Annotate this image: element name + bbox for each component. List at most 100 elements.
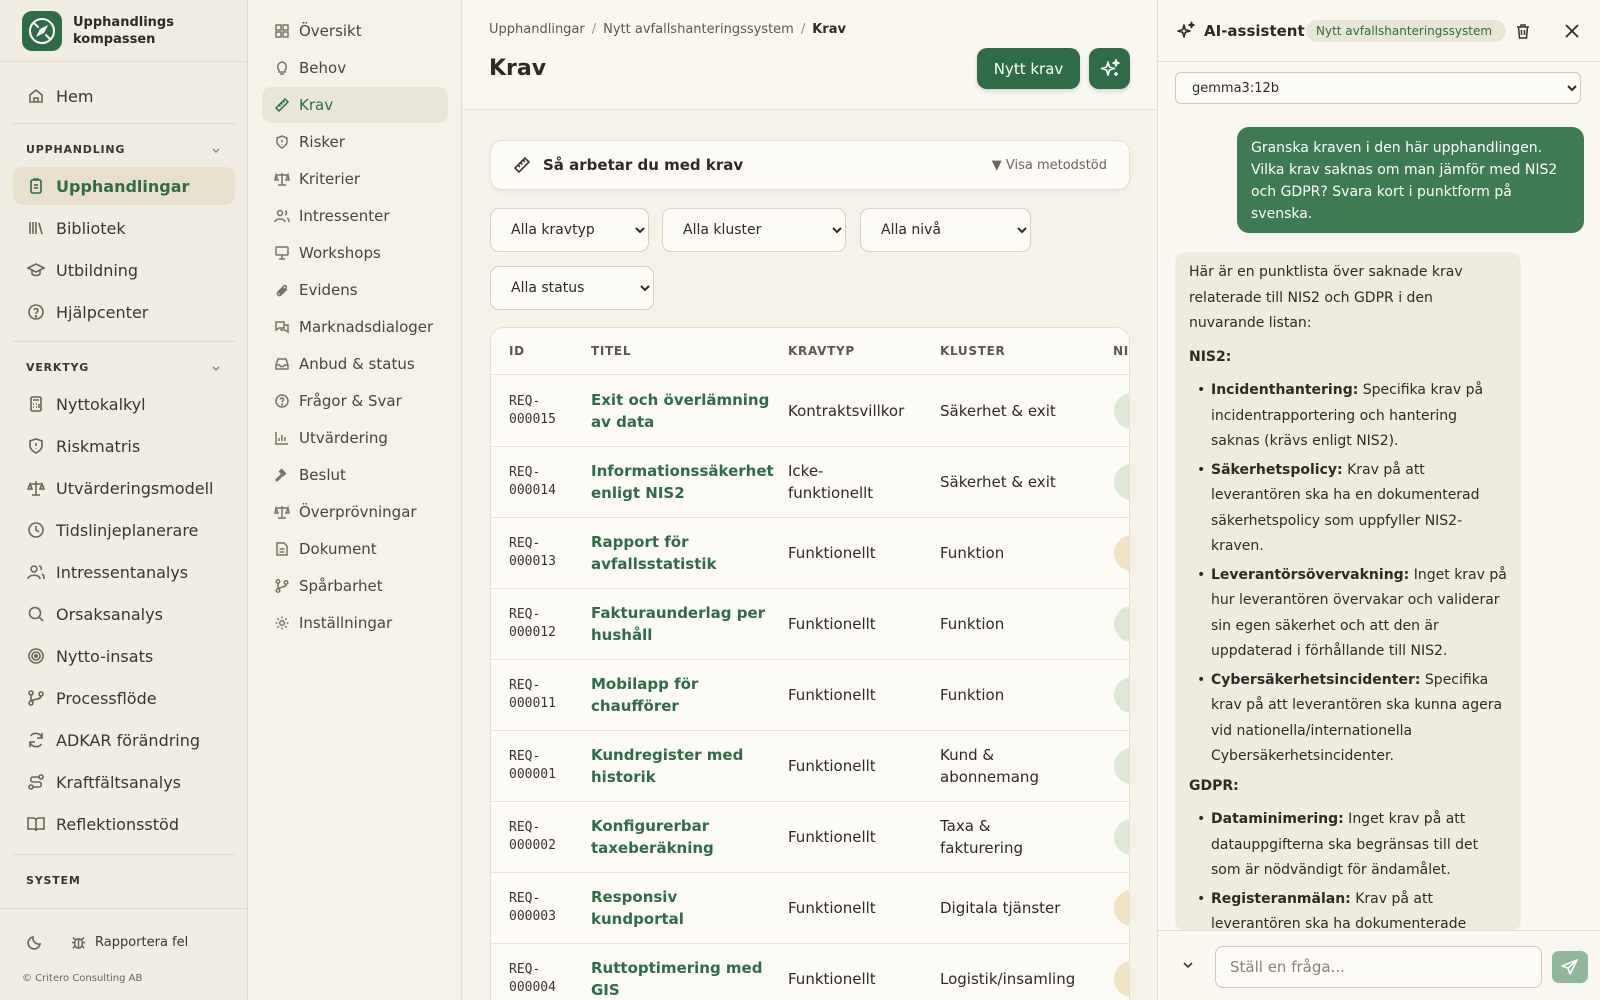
home-icon <box>29 88 43 103</box>
nav-upphandlingar[interactable]: Upphandlingar <box>13 167 235 205</box>
subnav-krav[interactable]: Krav <box>262 87 448 123</box>
chat-icon <box>275 321 289 334</box>
requirement-title-link[interactable]: Responsiv kundportal <box>591 886 771 930</box>
subnav-intressenter[interactable]: Intressenter <box>262 198 448 234</box>
subnav-anbud[interactable]: Anbud & status <box>262 346 448 382</box>
table-row[interactable]: REQ-000004 Ruttoptimering med GIS Funktion… <box>491 943 1129 1000</box>
table-row[interactable]: REQ-000012 Fakturaunderlag per hushåll Fun… <box>491 588 1129 660</box>
subnav-marknadsdialoger[interactable]: Marknadsdialoger <box>262 309 448 345</box>
nav-bibliotek[interactable]: Bibliotek <box>13 209 235 247</box>
moon-icon[interactable] <box>26 933 44 951</box>
subnav-kriterier[interactable]: Kriterier <box>262 161 448 197</box>
section-system[interactable]: SYSTEM <box>26 874 222 887</box>
nav-orsaksanalys[interactable]: Orsaksanalys <box>13 595 235 633</box>
gavel-icon <box>274 468 287 483</box>
new-requirement-button[interactable]: Nytt krav <box>977 48 1080 89</box>
nav-home[interactable]: Hem <box>13 77 235 115</box>
method-support-card[interactable]: Så arbetar du med krav ▼ Visa metodstöd <box>490 140 1130 190</box>
section-upphandling[interactable]: UPPHANDLING <box>26 143 222 156</box>
breadcrumb-project[interactable]: Nytt avfallshanteringssystem <box>603 22 794 37</box>
table-row[interactable]: REQ-000001 Kundregister med historik Funkt… <box>491 730 1129 802</box>
divider <box>13 341 235 342</box>
report-bug-button[interactable]: Rapportera fel <box>70 931 188 953</box>
subnav-evidens[interactable]: Evidens <box>262 272 448 308</box>
requirement-title-link[interactable]: Informationssäkerhet enligt NIS2 <box>591 460 774 504</box>
trash-icon[interactable] <box>1514 22 1532 40</box>
column-kravtyp[interactable]: KRAVTYP <box>788 344 855 358</box>
subnav-krav-label: Krav <box>299 96 334 114</box>
table-row[interactable]: REQ-000014 Informationssäkerhet enligt NI… <box>491 446 1129 518</box>
filter-status[interactable]: Alla status <box>490 266 654 310</box>
brand[interactable]: Upphandlings kompassen <box>0 0 247 62</box>
nav-nytto-insats[interactable]: Nytto-insats <box>13 637 235 675</box>
ai-question-input[interactable] <box>1215 946 1542 988</box>
table-row[interactable]: REQ-000002 Konfigurerbar taxeberäkning Fun… <box>491 801 1129 873</box>
table-row[interactable]: REQ-000015 Exit och överlämning av data Ko… <box>491 375 1129 447</box>
nav-intressentanalys[interactable]: Intressentanalys <box>13 553 235 591</box>
close-icon[interactable] <box>1563 22 1581 40</box>
subnav-dokument[interactable]: Dokument <box>262 531 448 567</box>
filter-kravtyp[interactable]: Alla kravtyp <box>490 208 649 252</box>
answer-point: Leverantörsövervakning: Inget krav på hu… <box>1197 563 1507 665</box>
target-icon <box>28 648 44 664</box>
requirement-title-link[interactable]: Exit och överlämning av data <box>591 389 771 433</box>
answer-point: Registeranmälan: Krav på att leverantöre… <box>1197 887 1507 933</box>
subnav-dokument-label: Dokument <box>299 540 377 558</box>
nav-hjalpcenter[interactable]: Hjälpcenter <box>13 293 235 331</box>
table-row[interactable]: REQ-000003 Responsiv kundportal Funktionel… <box>491 872 1129 944</box>
subnav-installningar[interactable]: Inställningar <box>262 605 448 641</box>
requirement-id: REQ-000003 <box>509 891 556 924</box>
nav-tidslinjeplanerare[interactable]: Tidslinjeplanerare <box>13 511 235 549</box>
show-method-toggle[interactable]: ▼ Visa metodstöd <box>992 158 1107 173</box>
nav-reflektionsstod[interactable]: Reflektionsstöd <box>13 805 235 843</box>
column-id[interactable]: ID <box>509 344 525 358</box>
users-icon <box>274 209 290 223</box>
requirement-title-link[interactable]: Mobilapp för chaufförer <box>591 673 771 717</box>
shield-icon <box>29 438 43 454</box>
chevron-down-icon[interactable] <box>1181 958 1195 972</box>
nav-nyttokalkyl[interactable]: Nyttokalkyl <box>13 385 235 423</box>
nav-riskmatris[interactable]: Riskmatris <box>13 427 235 465</box>
column-kluster[interactable]: KLUSTER <box>940 344 1005 358</box>
column-title[interactable]: TITEL <box>591 344 631 358</box>
nav-processflode[interactable]: Processflöde <box>13 679 235 717</box>
send-button[interactable] <box>1552 951 1588 983</box>
nav-upphandlingar-label: Upphandlingar <box>56 176 190 196</box>
model-select[interactable]: gemma3:12b <box>1175 72 1581 104</box>
subnav-sparbarhet[interactable]: Spårbarhet <box>262 568 448 604</box>
nav-adkar[interactable]: ADKAR förändring <box>13 721 235 759</box>
subnav-behov-label: Behov <box>299 59 347 77</box>
requirement-type: Funktionellt <box>788 828 876 846</box>
filter-kluster[interactable]: Alla kluster <box>662 208 846 252</box>
subnav-beslut[interactable]: Beslut <box>262 457 448 493</box>
requirement-title-link[interactable]: Konfigurerbar taxeberäkning <box>591 815 771 859</box>
section-verktyg[interactable]: VERKTYG <box>26 361 222 374</box>
subnav-utvardering[interactable]: Utvärdering <box>262 420 448 456</box>
requirement-title-link[interactable]: Rapport för avfallsstatistik <box>591 531 771 575</box>
nav-utbildning[interactable]: Utbildning <box>13 251 235 289</box>
subnav-behov[interactable]: Behov <box>262 50 448 86</box>
requirement-title-link[interactable]: Fakturaunderlag per hushåll <box>591 602 771 646</box>
nav-kraftfaltsanalys[interactable]: Kraftfältsanalys <box>13 763 235 801</box>
nav-utvarderingsmodell[interactable]: Utvärderingsmodell <box>13 469 235 507</box>
breadcrumb-upphandlingar[interactable]: Upphandlingar <box>489 22 585 37</box>
grid-icon <box>275 24 289 38</box>
subnav-oversikt[interactable]: Översikt <box>262 13 448 49</box>
filter-niva[interactable]: Alla nivå <box>860 208 1031 252</box>
level-badge <box>1114 393 1129 429</box>
subnav-overprovningar[interactable]: Överprövningar <box>262 494 448 530</box>
table-row[interactable]: REQ-000011 Mobilapp för chaufförer Funktio… <box>491 659 1129 731</box>
requirement-title-link[interactable]: Ruttoptimering med GIS <box>591 957 771 1000</box>
subnav-workshops[interactable]: Workshops <box>262 235 448 271</box>
column-niva[interactable]: NIV <box>1113 344 1129 358</box>
sparkles-icon <box>1177 21 1195 38</box>
ai-suggest-button[interactable] <box>1089 48 1130 89</box>
ruler-icon <box>274 97 290 113</box>
subnav-risker[interactable]: Risker <box>262 124 448 160</box>
subnav-fragor[interactable]: Frågor & Svar <box>262 383 448 419</box>
requirement-title-link[interactable]: Kundregister med historik <box>591 744 771 788</box>
table-row[interactable]: REQ-000013 Rapport för avfallsstatistik Fu… <box>491 517 1129 589</box>
requirement-cluster: Säkerhet & exit <box>940 473 1056 491</box>
answer-point: Cybersäkerhetsincidenter: Specifika krav… <box>1197 668 1507 770</box>
breadcrumb: Upphandlingar / Nytt avfallshanteringssy… <box>489 22 846 37</box>
